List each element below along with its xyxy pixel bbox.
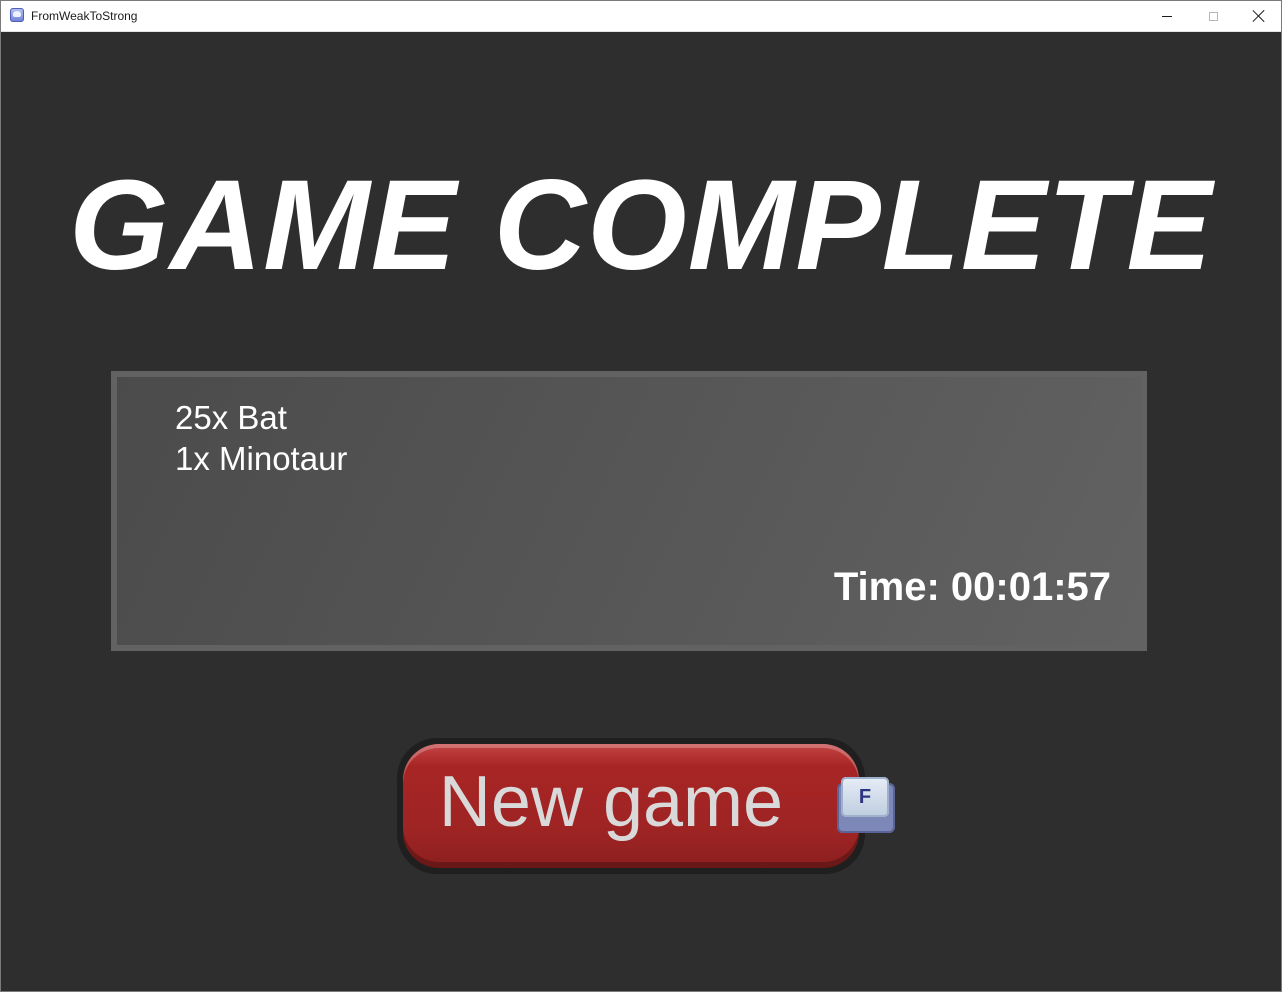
kill-entry-minotaur: 1x Minotaur [175,440,348,477]
key-letter: F [858,785,872,808]
title-bar: FromWeakToStrong [1,1,1281,32]
new-game-label: New game [438,762,784,842]
kill-list: 25x Bat 1x Minotaur [175,397,347,479]
new-game-button[interactable]: New game [397,738,865,874]
new-game-button-face[interactable]: New game [403,744,859,868]
minimize-icon [1162,15,1172,17]
maximize-button[interactable] [1190,1,1236,31]
kill-entry-bat: 25x Bat [175,399,287,436]
game-complete-heading: GAME COMPLETE [69,154,1213,297]
app-icon [10,8,24,22]
elapsed-time: Time: 00:01:57 [833,565,1111,609]
stats-panel: 25x Bat 1x Minotaur Time: 00:01:57 [111,371,1147,651]
minimize-button[interactable] [1144,1,1190,31]
keyboard-key-icon: F [837,777,895,833]
window-title: FromWeakToStrong [31,9,138,23]
close-icon [1253,10,1265,22]
maximize-icon [1208,11,1218,21]
game-window: FromWeakToStrong GAME COMPLETE 25x Bat 1… [0,0,1282,992]
close-button[interactable] [1236,1,1282,31]
key-cap: F [841,777,889,817]
